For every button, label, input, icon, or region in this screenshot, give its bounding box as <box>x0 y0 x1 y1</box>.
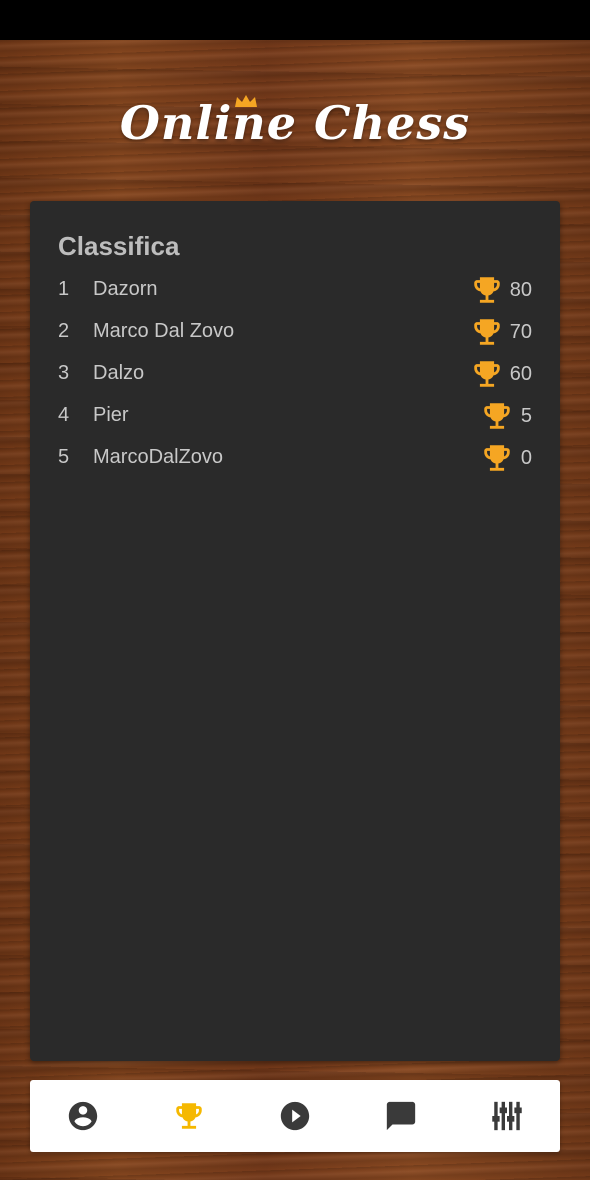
nav-profile-button[interactable] <box>53 1086 113 1146</box>
player-score: 70 <box>509 320 532 343</box>
score-group: 60 <box>470 357 532 391</box>
trophy-icon <box>176 1103 202 1129</box>
rank-position: 1 <box>58 278 70 300</box>
account-circle-icon <box>68 1101 98 1131</box>
trophy-icon <box>474 319 500 345</box>
rank-position: 5 <box>58 446 70 468</box>
app-logo: Online Chess <box>0 95 590 150</box>
player-score: 5 <box>520 404 532 427</box>
leaderboard-title: Classifica <box>58 231 180 261</box>
player-name: Dalzo <box>93 362 145 384</box>
score-group: 80 <box>470 273 532 307</box>
trophy-icon <box>474 361 500 387</box>
status-bar <box>0 0 590 40</box>
trophy-icon <box>484 403 510 429</box>
player-name: Dazorn <box>93 278 158 300</box>
leaderboard-row[interactable]: 3 Dalzo 60 <box>30 353 560 395</box>
rank-position: 3 <box>58 362 70 384</box>
rank-position: 4 <box>58 404 70 426</box>
player-name: Marco Dal Zovo <box>93 320 235 342</box>
leaderboard-row[interactable]: 5 MarcoDalZovo 0 <box>30 437 560 479</box>
player-score: 60 <box>509 362 532 385</box>
player-score: 0 <box>520 446 532 469</box>
rank-position: 2 <box>58 320 70 342</box>
play-circle-icon <box>280 1101 310 1131</box>
bottom-nav <box>30 1080 560 1152</box>
score-group: 0 <box>480 441 532 475</box>
equalizer-icon <box>492 1101 522 1131</box>
crown-icon <box>235 95 257 107</box>
leaderboard-row[interactable]: 1 Dazorn 80 <box>30 269 560 311</box>
chat-icon <box>386 1101 416 1131</box>
nav-chat-button[interactable] <box>371 1086 431 1146</box>
nav-play-button[interactable] <box>265 1086 325 1146</box>
leaderboard-card: Classifica 1 Dazorn 80 2 Marco Dal Zovo … <box>30 201 560 1061</box>
player-score: 80 <box>509 278 532 301</box>
nav-settings-button[interactable] <box>477 1086 537 1146</box>
trophy-icon <box>474 277 500 303</box>
player-name: MarcoDalZovo <box>93 446 224 468</box>
score-group: 70 <box>470 315 532 349</box>
app-title: Online Chess <box>119 96 471 150</box>
leaderboard-list: 1 Dazorn 80 2 Marco Dal Zovo 70 3 Dalzo … <box>30 269 560 479</box>
player-name: Pier <box>93 404 129 426</box>
score-group: 5 <box>480 399 532 433</box>
trophy-icon <box>484 445 510 471</box>
leaderboard-row[interactable]: 2 Marco Dal Zovo 70 <box>30 311 560 353</box>
leaderboard-row[interactable]: 4 Pier 5 <box>30 395 560 437</box>
nav-leaderboard-button[interactable] <box>159 1086 219 1146</box>
